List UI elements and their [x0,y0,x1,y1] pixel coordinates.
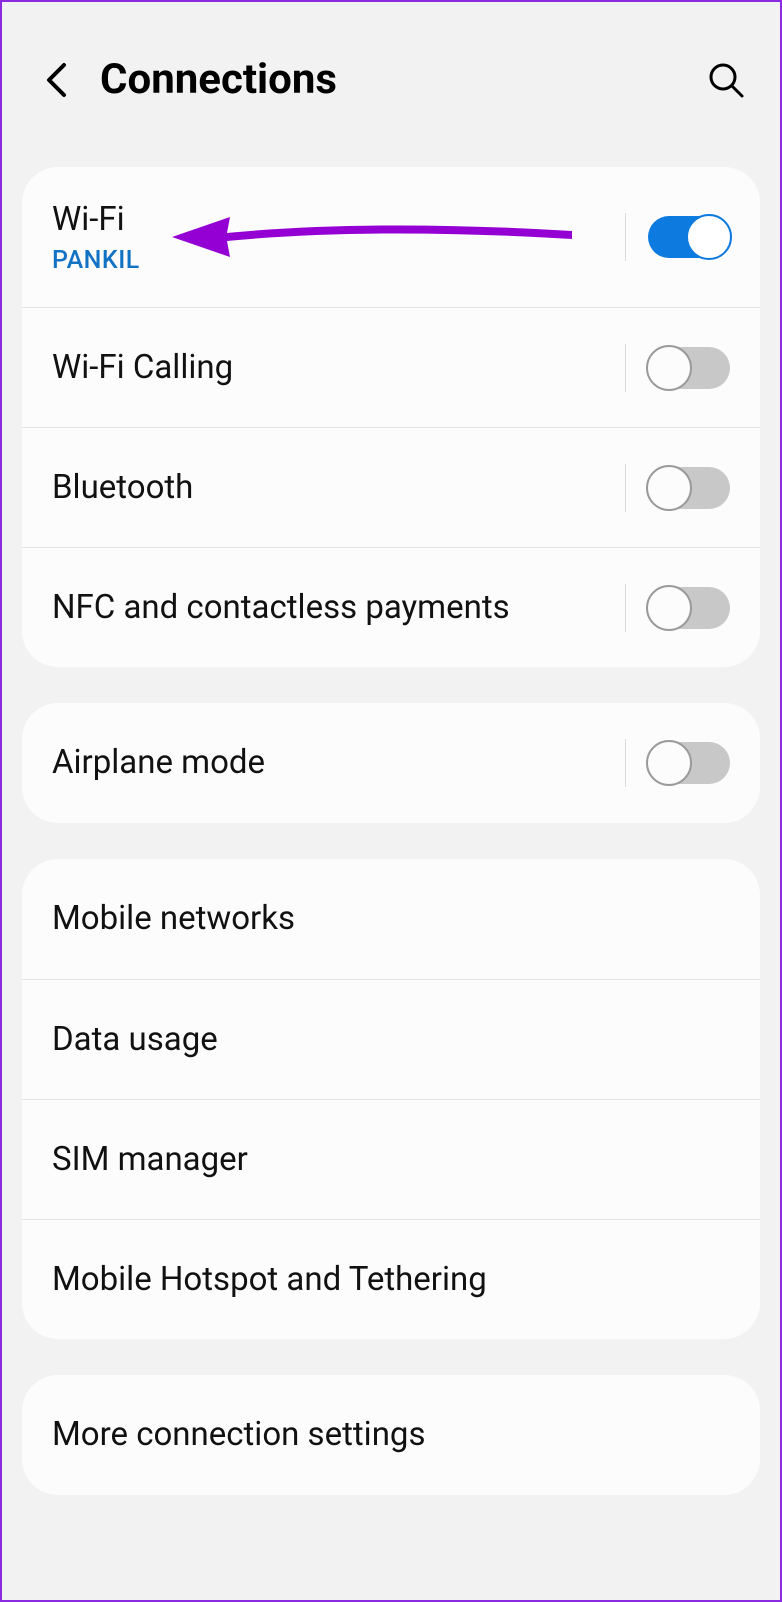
separator [625,739,626,787]
row-airplane[interactable]: Airplane mode [22,703,760,823]
search-icon [707,61,745,99]
settings-group-2: Airplane mode [22,703,760,823]
settings-group-1: Wi-Fi PANKIL Wi-Fi Calling Bluetooth [22,167,760,667]
row-title: NFC and contactless payments [52,587,615,628]
row-nfc[interactable]: NFC and contactless payments [22,547,760,667]
toggle-bluetooth[interactable] [648,467,730,509]
chevron-left-icon [45,62,67,98]
separator [625,344,626,392]
search-button[interactable] [702,56,750,104]
row-title: Wi-Fi [52,199,615,240]
header: Connections [2,2,780,167]
row-title: Wi-Fi Calling [52,347,615,388]
row-wifi[interactable]: Wi-Fi PANKIL [22,167,760,307]
row-more-connections[interactable]: More connection settings [22,1375,760,1495]
row-title: Mobile networks [52,898,730,939]
row-title: Data usage [52,1019,730,1060]
row-text: SIM manager [52,1139,730,1180]
row-title: Airplane mode [52,742,615,783]
row-text: Bluetooth [52,467,615,508]
row-text: Mobile networks [52,898,730,939]
row-text: Wi-Fi Calling [52,347,615,388]
settings-group-4: More connection settings [22,1375,760,1495]
row-mobile-networks[interactable]: Mobile networks [22,859,760,979]
separator [625,584,626,632]
row-text: Wi-Fi PANKIL [52,199,615,275]
row-text: Mobile Hotspot and Tethering [52,1259,730,1300]
row-title: Mobile Hotspot and Tethering [52,1259,730,1300]
row-bluetooth[interactable]: Bluetooth [22,427,760,547]
row-title: More connection settings [52,1414,730,1455]
row-title: SIM manager [52,1139,730,1180]
toggle-nfc[interactable] [648,587,730,629]
row-title: Bluetooth [52,467,615,508]
row-text: More connection settings [52,1414,730,1455]
separator [625,213,626,261]
row-text: Airplane mode [52,742,615,783]
back-button[interactable] [32,56,80,104]
settings-group-3: Mobile networks Data usage SIM manager M… [22,859,760,1339]
row-data-usage[interactable]: Data usage [22,979,760,1099]
row-text: Data usage [52,1019,730,1060]
row-hotspot[interactable]: Mobile Hotspot and Tethering [22,1219,760,1339]
toggle-wifi-calling[interactable] [648,347,730,389]
toggle-airplane[interactable] [648,742,730,784]
row-subtitle: PANKIL [52,246,615,275]
page-title: Connections [100,55,702,104]
row-sim-manager[interactable]: SIM manager [22,1099,760,1219]
row-text: NFC and contactless payments [52,587,615,628]
row-wifi-calling[interactable]: Wi-Fi Calling [22,307,760,427]
toggle-wifi[interactable] [648,216,730,258]
separator [625,464,626,512]
